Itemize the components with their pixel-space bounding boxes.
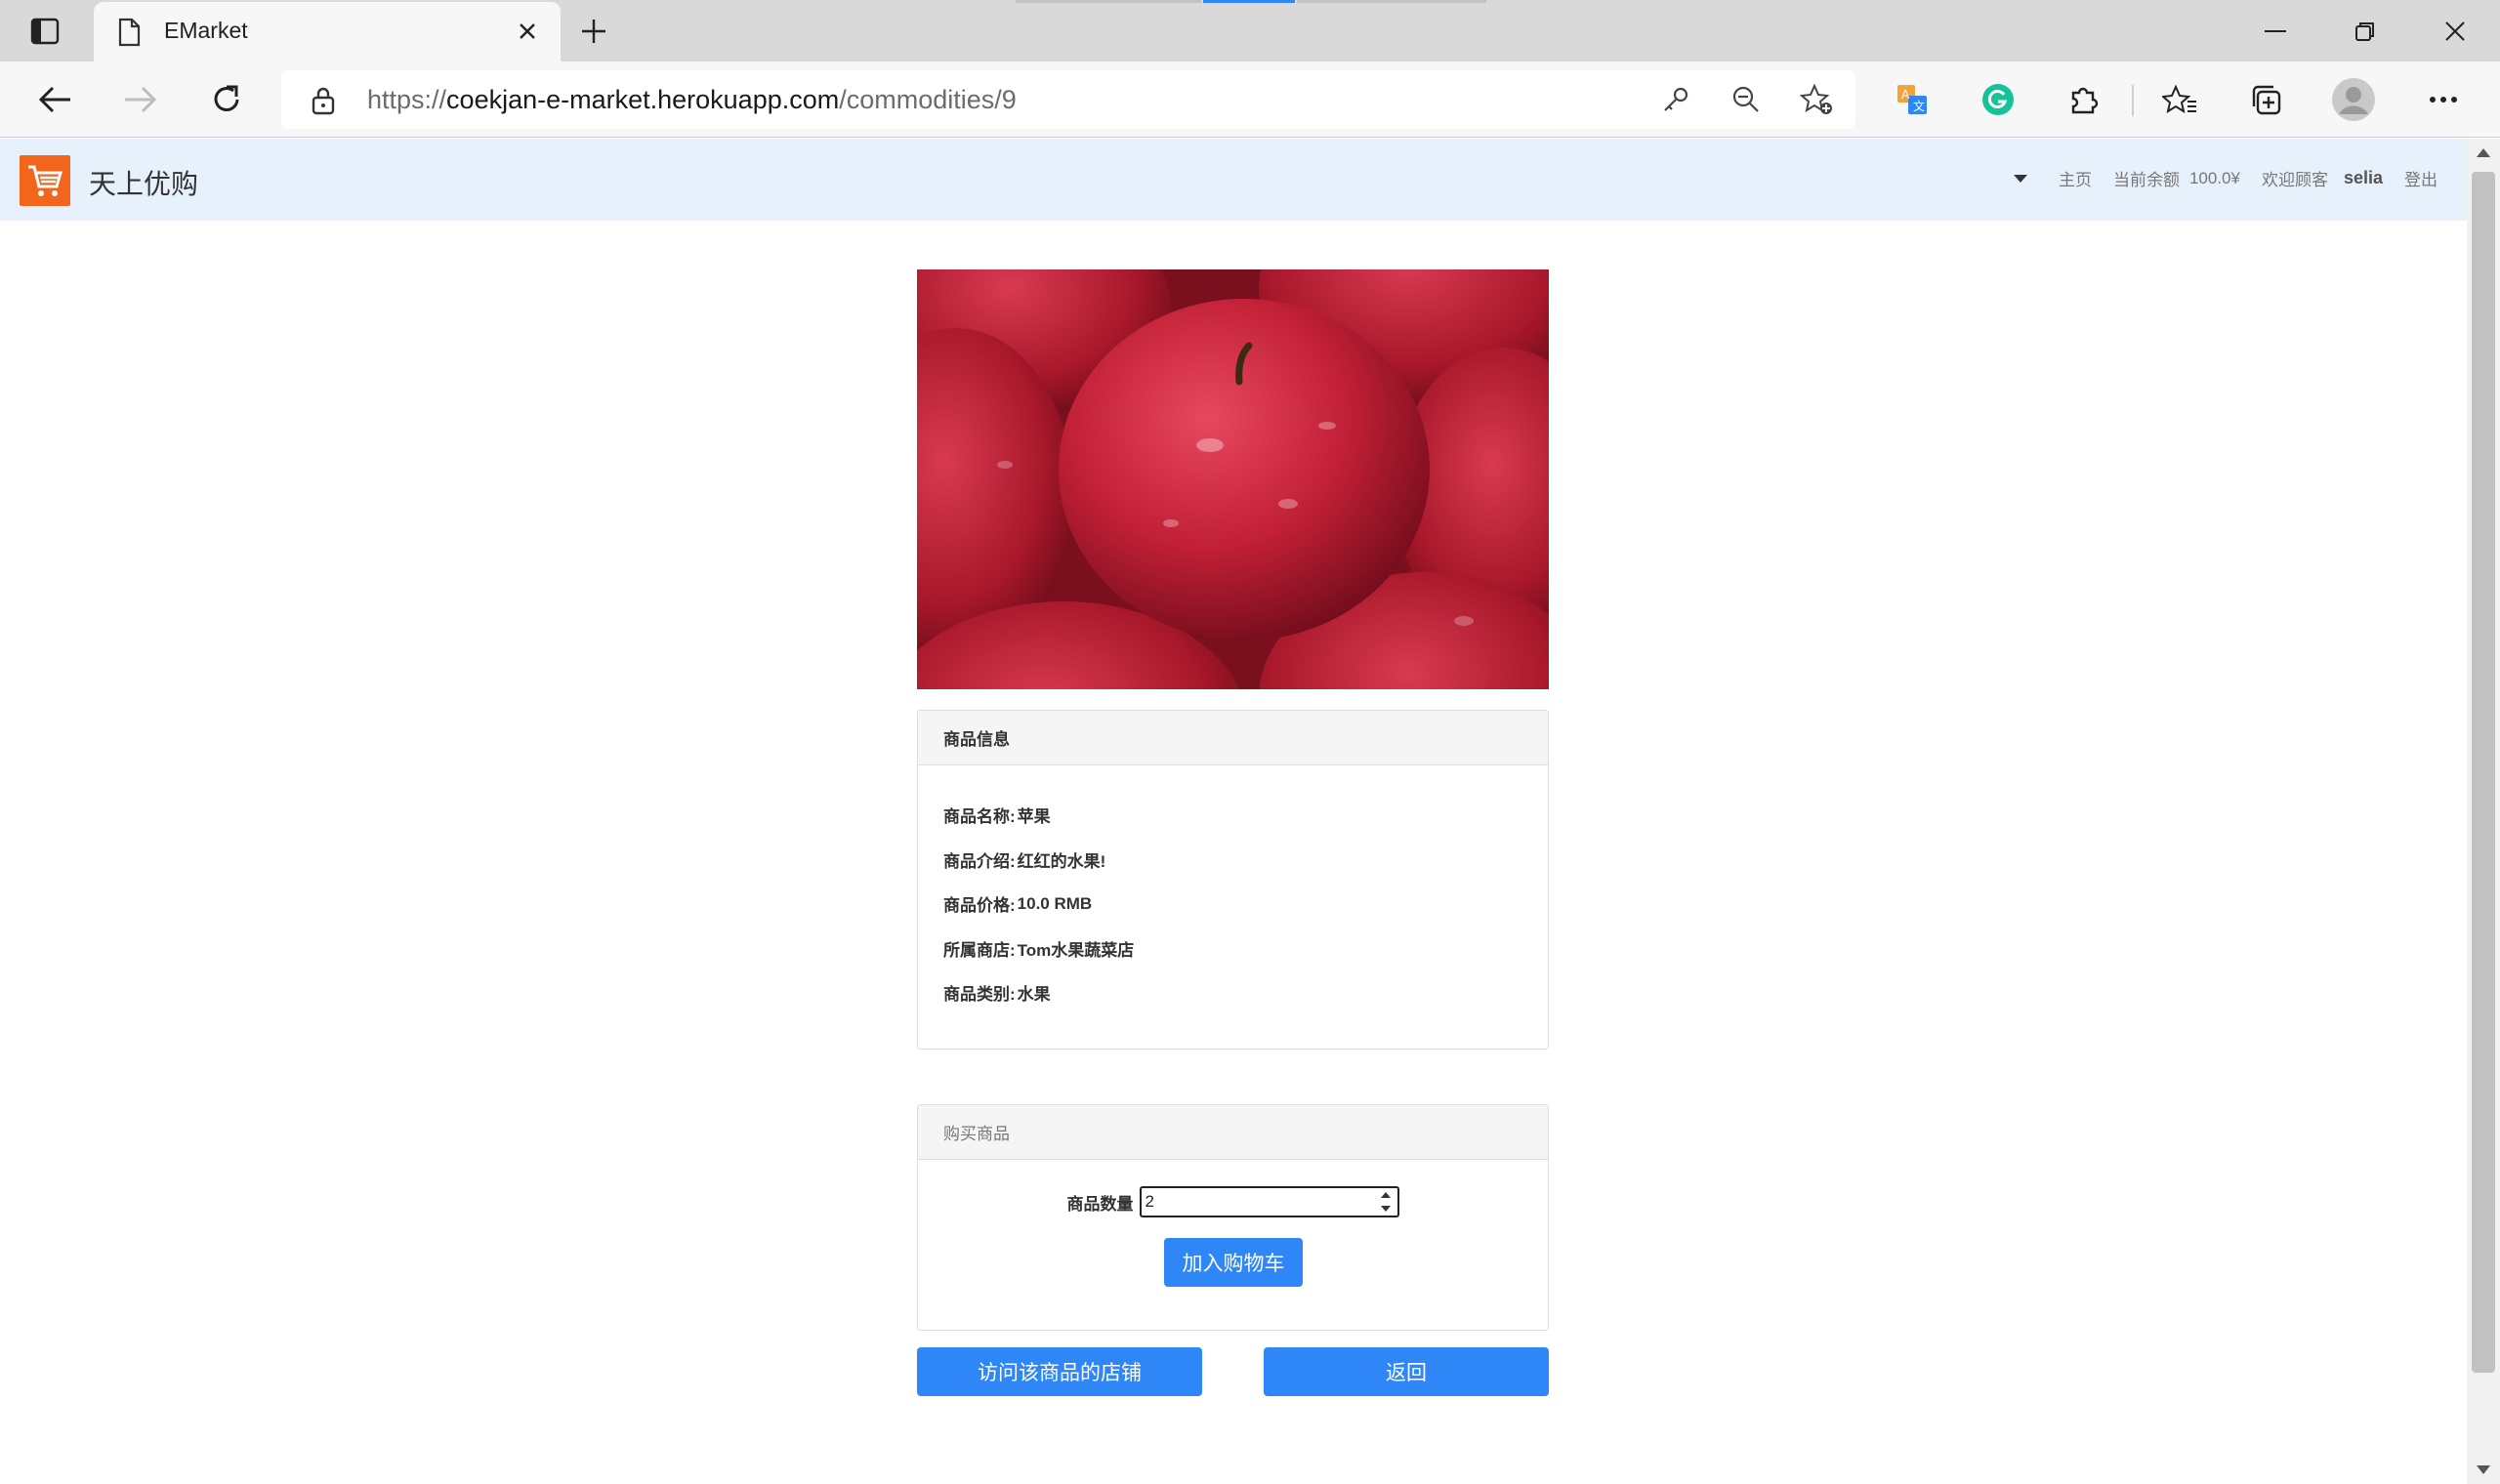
quantity-row: 商品数量 2 — [918, 1186, 1548, 1217]
info-label: 商品类别: — [943, 985, 1016, 1005]
nav-home-link[interactable]: 主页 — [2059, 166, 2092, 190]
info-label: 商品价格: — [943, 896, 1016, 916]
scrollbar-thumb[interactable] — [2472, 172, 2495, 1373]
quantity-input[interactable]: 2 — [1139, 1186, 1399, 1217]
close-tab-icon[interactable] — [512, 16, 543, 47]
balance-label: 当前余额 — [2112, 171, 2180, 189]
welcome-label: 欢迎顾客 — [2261, 171, 2328, 189]
product-info-heading: 商品信息 — [918, 711, 1548, 765]
extensions-icon[interactable] — [2059, 75, 2109, 124]
close-window-icon[interactable] — [2426, 10, 2484, 53]
browser-tabstrip: EMarket — [0, 0, 2500, 62]
grammarly-icon[interactable] — [1973, 75, 2023, 124]
lock-icon[interactable] — [311, 86, 336, 115]
info-row-category: 商品类别: 水果 — [943, 970, 1522, 1015]
brand-name[interactable]: 天上优购 — [89, 163, 198, 202]
svg-text:文: 文 — [1913, 99, 1925, 113]
page-scrollbar[interactable] — [2467, 139, 2500, 1484]
info-row-price: 商品价格: 10.0 RMB — [943, 882, 1522, 927]
info-value: 水果 — [1017, 985, 1051, 1005]
username: selia — [2343, 168, 2383, 187]
favorites-icon[interactable] — [2154, 75, 2205, 124]
info-value: Tom水果蔬菜店 — [1017, 940, 1135, 960]
translate-icon[interactable]: A文 — [1887, 75, 1938, 124]
navbar-right: 主页 当前余额 100.0¥ 欢迎顾客 selia 登出 — [1992, 166, 2438, 190]
back-icon[interactable] — [29, 75, 80, 124]
quantity-label: 商品数量 — [1066, 1194, 1134, 1214]
product-info-panel: 商品信息 商品名称: 苹果 商品介绍: 红红的水果! 商品价格: 10.0 RMB 所… — [917, 710, 1549, 1050]
zoom-out-icon[interactable] — [1725, 80, 1768, 119]
info-value: 苹果 — [1017, 807, 1051, 827]
tab-title: EMarket — [164, 18, 248, 43]
back-button[interactable]: 返回 — [1264, 1347, 1549, 1396]
logout-link[interactable]: 登出 — [2404, 166, 2438, 190]
visit-shop-button[interactable]: 访问该商品的店铺 — [917, 1347, 1202, 1396]
url-path: /commodities/9 — [839, 85, 1017, 114]
stepper-down-icon[interactable] — [1380, 1206, 1391, 1212]
tab-drag-indicator — [1297, 0, 1486, 3]
product-image-apples — [917, 269, 1549, 689]
restore-icon[interactable] — [2336, 10, 2395, 53]
forward-icon[interactable] — [115, 75, 166, 124]
url-text[interactable]: https://coekjan-e-market.herokuapp.com/c… — [367, 85, 1017, 115]
dropdown-caret-icon[interactable] — [2013, 174, 2027, 183]
add-favorite-icon[interactable] — [1795, 80, 1838, 119]
product-info-list: 商品名称: 苹果 商品介绍: 红红的水果! 商品价格: 10.0 RMB 所属商店: T… — [918, 765, 1548, 1015]
browser-toolbar: https://coekjan-e-market.herokuapp.com/c… — [0, 62, 2500, 138]
address-bar[interactable]: https://coekjan-e-market.herokuapp.com/c… — [281, 70, 1855, 129]
balance-value: 100.0¥ — [2188, 168, 2240, 187]
scroll-up-icon[interactable] — [2477, 148, 2490, 157]
add-to-cart-button[interactable]: 加入购物车 — [1164, 1238, 1303, 1287]
purchase-heading: 购买商品 — [918, 1105, 1548, 1160]
info-label: 所属商店: — [943, 940, 1016, 960]
tab-drag-indicator — [1016, 0, 1201, 3]
stepper-up-icon[interactable] — [1380, 1192, 1391, 1198]
info-value: 10.0 RMB — [1017, 893, 1093, 913]
info-label: 商品介绍: — [943, 851, 1016, 871]
tab-drag-indicator-active — [1203, 0, 1295, 3]
refresh-icon[interactable] — [201, 75, 252, 124]
url-host: coekjan-e-market.herokuapp.com — [446, 85, 840, 114]
url-scheme: https:// — [367, 85, 447, 114]
scroll-down-icon[interactable] — [2477, 1465, 2490, 1474]
svg-text:A: A — [1901, 88, 1910, 102]
collections-icon[interactable] — [2240, 75, 2291, 124]
page-viewport: 天上优购 主页 当前余额 100.0¥ 欢迎顾客 selia 登出 商品信息 商… — [0, 139, 2500, 1484]
purchase-panel: 购买商品 商品数量 2 加入购物车 — [917, 1104, 1549, 1331]
key-icon[interactable] — [1654, 80, 1697, 119]
tab-actions-icon[interactable] — [25, 14, 64, 49]
site-navbar: 天上优购 主页 当前余额 100.0¥ 欢迎顾客 selia 登出 — [0, 139, 2467, 221]
info-row-name: 商品名称: 苹果 — [943, 793, 1522, 838]
quantity-value: 2 — [1145, 1192, 1154, 1211]
info-row-shop: 所属商店: Tom水果蔬菜店 — [943, 927, 1522, 971]
page-icon — [118, 18, 141, 47]
quantity-stepper[interactable] — [1378, 1191, 1394, 1213]
new-tab-icon[interactable] — [572, 12, 615, 51]
info-label: 商品名称: — [943, 807, 1016, 827]
more-menu-icon[interactable] — [2418, 75, 2469, 124]
toolbar-separator — [2132, 85, 2134, 116]
shopping-cart-logo-icon[interactable] — [20, 155, 70, 206]
info-value: 红红的水果! — [1017, 851, 1106, 871]
info-row-description: 商品介绍: 红红的水果! — [943, 838, 1522, 883]
profile-avatar-icon[interactable] — [2328, 75, 2379, 124]
browser-tab-active[interactable]: EMarket — [94, 2, 561, 62]
minimize-icon[interactable] — [2246, 10, 2305, 53]
